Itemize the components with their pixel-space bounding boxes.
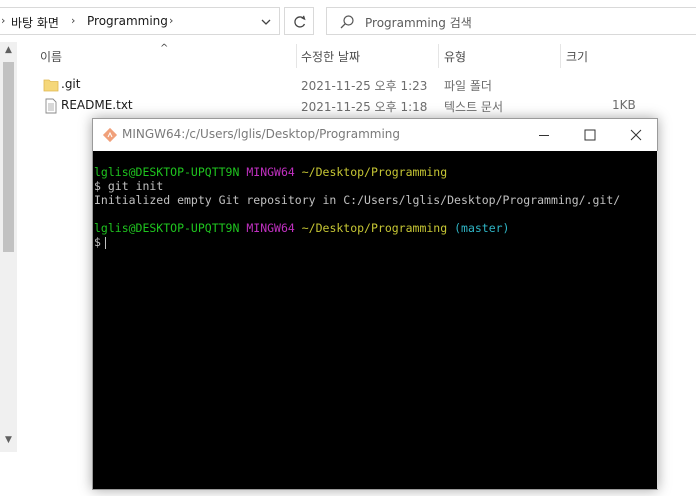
list-item[interactable]: README.txt 2021-11-25 오후 1:18 텍스트 문서 1KB	[17, 96, 696, 116]
column-size[interactable]: 크기	[566, 48, 588, 65]
file-name: README.txt	[61, 98, 133, 112]
prompt-branch: (master)	[454, 221, 510, 235]
input-line[interactable]: $	[94, 235, 106, 249]
terminal-titlebar[interactable]: MINGW64:/c/Users/lglis/Desktop/Programmi…	[93, 119, 657, 151]
file-modified: 2021-11-25 오후 1:23	[301, 79, 428, 93]
scroll-thumb[interactable]	[3, 62, 14, 252]
vertical-scrollbar[interactable]: ▲ ▼	[0, 42, 17, 452]
output-line: Initialized empty Git repository in C:/U…	[94, 193, 621, 207]
command-line: $ git init	[94, 179, 163, 193]
terminal-title: MINGW64:/c/Users/lglis/Desktop/Programmi…	[122, 127, 400, 141]
prompt-line: lglis@DESKTOP-UPQTT9N MINGW64 ~/Desktop/…	[94, 165, 447, 179]
sort-ascending-icon: ^	[160, 43, 169, 54]
column-divider[interactable]	[296, 44, 297, 68]
close-button[interactable]	[613, 119, 659, 151]
explorer-address-bar: › 바탕 화면 › Programming › Programming 검색	[0, 0, 696, 42]
prompt-cwd: ~/Desktop/Programming	[301, 165, 448, 179]
column-divider[interactable]	[438, 44, 439, 68]
git-icon	[102, 127, 118, 143]
prompt-cwd: ~/Desktop/Programming	[301, 221, 448, 235]
file-type: 텍스트 문서	[444, 100, 504, 114]
command-text: git init	[107, 179, 164, 193]
address-box[interactable]: › 바탕 화면 › Programming ›	[0, 7, 280, 35]
column-divider[interactable]	[560, 44, 561, 68]
text-cursor	[104, 236, 106, 249]
file-name: .git	[61, 77, 81, 91]
maximize-button[interactable]	[567, 119, 613, 151]
prompt-shell: MINGW64	[246, 221, 295, 235]
prompt-symbol: $	[94, 235, 101, 249]
search-icon	[339, 14, 355, 30]
terminal-output[interactable]: lglis@DESKTOP-UPQTT9N MINGW64 ~/Desktop/…	[93, 151, 657, 489]
column-type[interactable]: 유형	[444, 48, 466, 65]
minimize-icon	[539, 135, 549, 136]
close-icon	[630, 129, 642, 141]
terminal-window[interactable]: MINGW64:/c/Users/lglis/Desktop/Programmi…	[92, 118, 658, 490]
file-type: 파일 폴더	[444, 79, 492, 93]
breadcrumb-desktop[interactable]: 바탕 화면	[11, 14, 59, 31]
refresh-icon	[294, 15, 306, 28]
folder-icon	[43, 77, 59, 93]
minimize-button[interactable]	[521, 119, 567, 151]
file-size: 1KB	[612, 98, 636, 112]
chevron-right-icon[interactable]: ›	[1, 14, 5, 27]
text-file-icon	[43, 98, 59, 114]
search-placeholder: Programming 검색	[365, 16, 472, 30]
terminal-scrollbar[interactable]	[657, 151, 658, 489]
column-modified[interactable]: 수정한 날짜	[301, 48, 360, 65]
chevron-down-icon[interactable]	[257, 13, 275, 31]
refresh-button[interactable]	[284, 7, 314, 35]
scroll-up-arrow[interactable]: ▲	[0, 42, 17, 59]
scroll-down-arrow[interactable]: ▼	[0, 432, 17, 449]
maximize-icon	[584, 129, 596, 141]
column-name[interactable]: 이름	[40, 48, 62, 65]
chevron-right-icon[interactable]: ›	[71, 14, 75, 27]
prompt-user-host: lglis@DESKTOP-UPQTT9N	[94, 165, 240, 179]
breadcrumb-programming[interactable]: Programming	[87, 14, 168, 28]
column-header: ^ 이름 수정한 날짜 유형 크기	[0, 42, 696, 70]
file-modified: 2021-11-25 오후 1:18	[301, 100, 428, 114]
list-item[interactable]: .git 2021-11-25 오후 1:23 파일 폴더	[17, 75, 696, 95]
prompt-user-host: lglis@DESKTOP-UPQTT9N	[94, 221, 240, 235]
prompt-line: lglis@DESKTOP-UPQTT9N MINGW64 ~/Desktop/…	[94, 221, 509, 235]
chevron-right-icon[interactable]: ›	[169, 14, 173, 27]
prompt-shell: MINGW64	[246, 165, 295, 179]
prompt-symbol: $	[94, 179, 101, 193]
search-input[interactable]: Programming 검색	[326, 7, 696, 35]
